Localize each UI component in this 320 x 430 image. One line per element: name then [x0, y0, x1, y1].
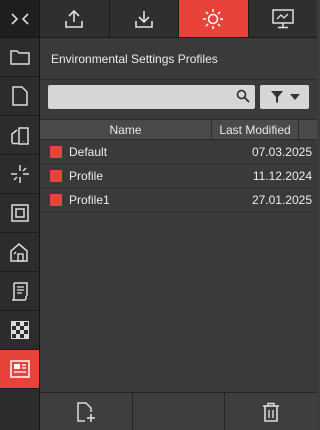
sidebar-item-devices[interactable] — [0, 116, 39, 155]
environment-settings-button[interactable] — [179, 0, 249, 38]
profile-card-icon — [9, 360, 30, 378]
sidebar-item-building[interactable] — [0, 233, 39, 272]
profile-color-swatch — [50, 169, 62, 182]
folder-icon — [9, 50, 30, 65]
table-header: Name Last Modified — [40, 119, 317, 140]
search-box — [48, 85, 255, 109]
monitor-icon — [272, 8, 294, 28]
sidebar — [0, 38, 40, 430]
main-panel: Environmental Settings Profiles Name Las… — [40, 38, 317, 430]
row-name: Profile — [69, 168, 104, 183]
checker-icon — [10, 321, 29, 339]
sidebar-item-folder[interactable] — [0, 38, 39, 77]
row-name: Profile1 — [69, 192, 110, 207]
display-button[interactable] — [248, 0, 317, 38]
bottom-toolbar — [40, 392, 317, 430]
upload-icon — [65, 9, 84, 28]
table-row[interactable]: Default 07.03.2025 — [40, 140, 317, 164]
collapse-button[interactable] — [0, 0, 40, 38]
document-icon — [11, 86, 28, 106]
sidebar-item-script[interactable] — [0, 272, 39, 311]
new-profile-button[interactable] — [40, 393, 133, 430]
sidebar-item-lights[interactable] — [0, 155, 39, 194]
sidebar-item-frame[interactable] — [0, 194, 39, 233]
download-icon — [134, 10, 153, 28]
table-row[interactable]: Profile 11.12.2024 — [40, 164, 317, 188]
row-last-modified: 27.01.2025 — [251, 192, 312, 207]
profile-color-swatch — [50, 145, 62, 158]
search-icon[interactable] — [236, 89, 250, 103]
column-header-last-modified[interactable]: Last Modified — [212, 120, 299, 139]
top-toolbar — [0, 0, 317, 38]
script-icon — [11, 282, 28, 301]
search-row — [48, 85, 310, 109]
profile-color-swatch — [50, 193, 62, 206]
filter-icon — [270, 91, 283, 103]
sparkle-icon — [10, 165, 29, 183]
row-last-modified: 07.03.2025 — [251, 144, 312, 159]
row-name: Default — [69, 144, 108, 159]
filter-dropdown[interactable] — [260, 85, 309, 109]
delete-profile-button[interactable] — [225, 393, 317, 430]
chevron-down-icon — [289, 94, 300, 100]
collapse-arrows-icon — [10, 12, 29, 25]
trash-icon — [263, 402, 280, 422]
phone-device-icon — [10, 127, 29, 145]
page-title: Environmental Settings Profiles — [40, 38, 317, 80]
sidebar-item-profiles[interactable] — [0, 350, 39, 389]
profiles-table: Name Last Modified Default 07.03.2025 Pr… — [40, 119, 317, 212]
sun-icon — [203, 8, 224, 29]
download-button[interactable] — [109, 0, 179, 38]
row-last-modified: 11.12.2024 — [252, 168, 312, 183]
house-icon — [9, 243, 28, 262]
upload-button[interactable] — [40, 0, 110, 38]
column-header-name[interactable]: Name — [40, 120, 212, 139]
search-input[interactable] — [48, 85, 255, 109]
new-file-icon — [77, 401, 95, 422]
sidebar-item-materials[interactable] — [0, 311, 39, 350]
sidebar-item-document[interactable] — [0, 77, 39, 116]
table-row[interactable]: Profile1 27.01.2025 — [40, 188, 317, 212]
frame-icon — [10, 204, 29, 222]
blank-button[interactable] — [133, 393, 226, 430]
